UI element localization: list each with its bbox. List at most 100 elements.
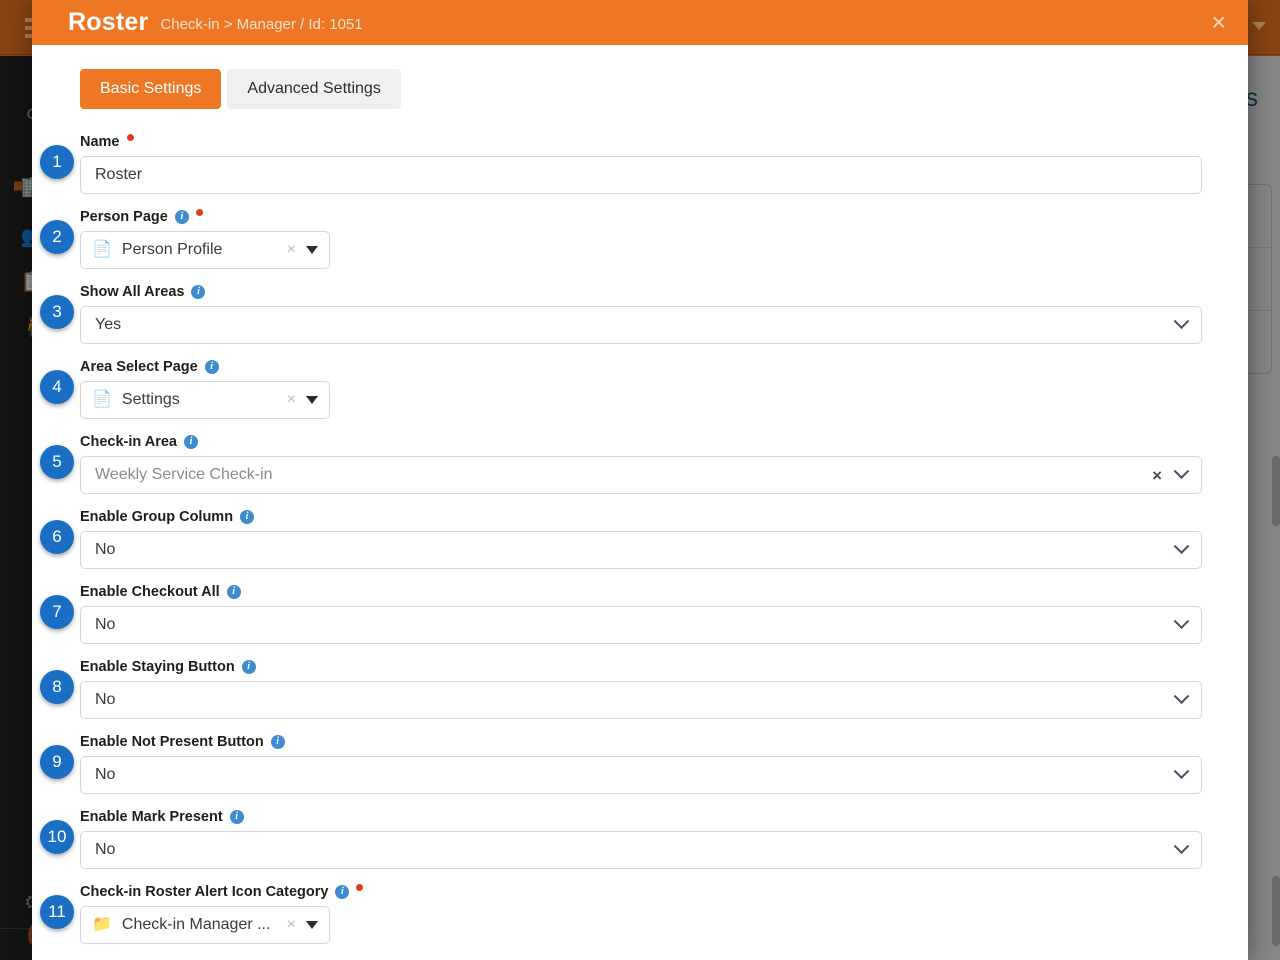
field-row: 6 Enable Group Column i No (40, 508, 1232, 569)
field-label: Show All Areas i (80, 283, 1232, 301)
field-label: Enable Checkout All i (80, 583, 1232, 601)
select-dropdown[interactable]: No (80, 831, 1202, 869)
select-controls (1173, 837, 1190, 856)
field-label: Name (80, 133, 1232, 151)
page-icon: 📄 (92, 241, 112, 258)
info-icon[interactable]: i (191, 285, 206, 299)
field-label: Enable Not Present Button i (80, 733, 1232, 751)
folder-icon: 📁 (92, 916, 112, 933)
step-badge: 7 (40, 595, 74, 629)
field-label-text: Enable Checkout All (80, 584, 220, 600)
field-row: 2 Person Page i 📄 Person Profile × (40, 208, 1232, 269)
field-label-text: Person Page (80, 209, 168, 225)
field-label: Check-in Roster Alert Icon Category i (80, 883, 1232, 901)
breadcrumb: Check-in > Manager / Id: 1051 (160, 16, 363, 33)
select-dropdown-value: Yes (95, 316, 122, 333)
select-dropdown-value: No (95, 766, 116, 783)
chevron-down-icon (1252, 22, 1266, 30)
chevron-down-icon[interactable] (1173, 687, 1190, 704)
field-label-text: Enable Group Column (80, 509, 234, 525)
tab-basic-settings[interactable]: Basic Settings (80, 69, 222, 109)
select-dropdown-value: Weekly Service Check-in (95, 466, 273, 483)
chevron-down-icon[interactable] (1173, 462, 1190, 479)
close-icon[interactable]: × (1211, 10, 1226, 35)
chevron-down-icon[interactable] (1173, 837, 1190, 854)
item-picker[interactable]: 📄 Person Profile × (80, 231, 330, 269)
info-icon[interactable]: i (335, 885, 350, 899)
item-picker-value: Person Profile (121, 241, 223, 258)
field-label-text: Enable Not Present Button (80, 734, 264, 750)
select-dropdown-value: No (95, 616, 116, 633)
step-badge: 2 (40, 220, 74, 254)
chevron-down-icon[interactable] (306, 396, 318, 404)
field-label: Person Page i (80, 208, 1232, 226)
chevron-down-icon[interactable] (306, 921, 318, 929)
field-row: 1 Name Roster (40, 133, 1232, 194)
text-input[interactable]: Roster (80, 156, 1202, 194)
field-label: Enable Staying Button i (80, 658, 1232, 676)
required-indicator-icon (195, 209, 203, 216)
chevron-down-icon[interactable] (306, 246, 318, 254)
info-icon[interactable]: i (204, 360, 219, 374)
field-label-text: Enable Staying Button (80, 659, 235, 675)
info-icon[interactable]: i (174, 210, 189, 224)
step-badge: 1 (40, 145, 74, 179)
field-row: 4 Area Select Page i 📄 Settings × (40, 358, 1232, 419)
text-input-value: Roster (95, 166, 143, 183)
modal-body: Basic Settings Advanced Settings 1 Name Ro… (32, 45, 1248, 960)
settings-modal: Roster Check-in > Manager / Id: 1051 × B… (32, 0, 1248, 960)
select-dropdown[interactable]: Weekly Service Check-in × (80, 456, 1202, 494)
clear-icon[interactable]: × (287, 916, 296, 934)
step-badge: 6 (40, 520, 74, 554)
select-dropdown[interactable]: Yes (80, 306, 1202, 344)
info-icon[interactable]: i (226, 585, 241, 599)
item-picker[interactable]: 📄 Settings × (80, 381, 330, 419)
clear-icon[interactable]: × (287, 241, 296, 259)
select-dropdown[interactable]: No (80, 606, 1202, 644)
chevron-down-icon[interactable] (1173, 612, 1190, 629)
field-row: 3 Show All Areas i Yes (40, 283, 1232, 344)
field-label: Check-in Area i (80, 433, 1232, 451)
clear-icon[interactable]: × (287, 391, 296, 409)
step-badge: 11 (40, 895, 74, 929)
select-dropdown[interactable]: No (80, 681, 1202, 719)
field-label-text: Check-in Area (80, 434, 177, 450)
chevron-down-icon[interactable] (1173, 537, 1190, 554)
info-icon[interactable]: i (270, 735, 285, 749)
field-row: 8 Enable Staying Button i No (40, 658, 1232, 719)
select-dropdown[interactable]: No (80, 756, 1202, 794)
item-picker[interactable]: 📁 Check-in Manager ... × (80, 906, 330, 944)
field-row: 5 Check-in Area i Weekly Service Check-in × (40, 433, 1232, 494)
select-dropdown[interactable]: No (80, 531, 1202, 569)
info-icon[interactable]: i (229, 810, 244, 824)
tab-advanced-settings[interactable]: Advanced Settings (227, 69, 401, 109)
field-label-text: Show All Areas (80, 284, 185, 300)
field-label: Enable Mark Present i (80, 808, 1232, 826)
clear-icon[interactable]: × (1152, 467, 1162, 484)
chevron-down-icon[interactable] (1173, 762, 1190, 779)
step-badge: 10 (40, 820, 74, 854)
field-row: 9 Enable Not Present Button i No (40, 733, 1232, 794)
step-badge: 5 (40, 445, 74, 479)
step-badge: 4 (40, 370, 74, 404)
field-label-text: Enable Mark Present (80, 809, 223, 825)
tab-bar: Basic Settings Advanced Settings (80, 69, 1232, 109)
info-icon[interactable]: i (241, 660, 256, 674)
modal-header: Roster Check-in > Manager / Id: 1051 × (32, 0, 1248, 45)
field-label: Area Select Page i (80, 358, 1232, 376)
step-badge: 9 (40, 745, 74, 779)
page-icon: 📄 (92, 391, 112, 408)
select-dropdown-value: No (95, 841, 116, 858)
field-label-text: Name (80, 134, 120, 150)
field-row: 7 Enable Checkout All i No (40, 583, 1232, 644)
required-indicator-icon (126, 134, 134, 141)
field-label-text: Area Select Page (80, 359, 198, 375)
modal-title: Roster (68, 8, 149, 36)
select-controls (1173, 537, 1190, 556)
field-label: Enable Group Column i (80, 508, 1232, 526)
info-icon[interactable]: i (183, 435, 198, 449)
fields-container: 1 Name Roster 2 Person Page i 📄 Person Profile ×… (40, 133, 1232, 944)
chevron-down-icon[interactable] (1173, 312, 1190, 329)
step-badge: 8 (40, 670, 74, 704)
info-icon[interactable]: i (240, 510, 255, 524)
